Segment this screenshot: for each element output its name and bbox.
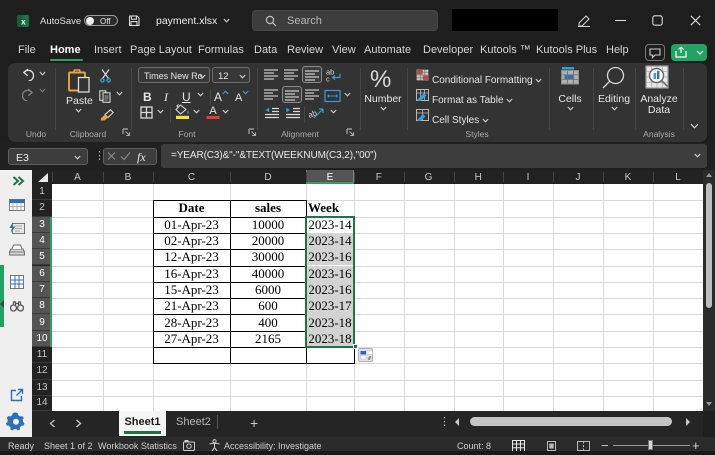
svg-text:A: A <box>209 105 217 117</box>
svg-text:c: c <box>326 75 330 83</box>
svg-text:x: x <box>21 16 26 26</box>
svg-text:fx: fx <box>137 150 146 164</box>
